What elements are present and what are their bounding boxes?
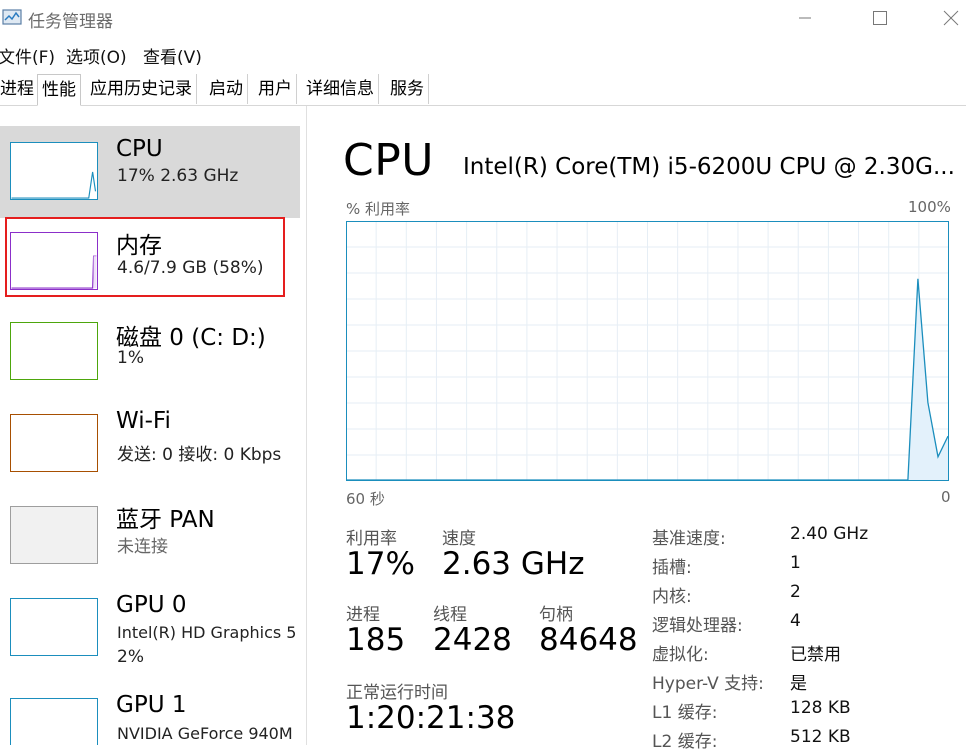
handles-value: 84648 [539, 622, 638, 658]
spec-key: L1 缓存: [652, 703, 718, 723]
spec-value: 4 [790, 611, 801, 631]
spec-value: 已禁用 [790, 645, 841, 665]
sidebar-item-name: 蓝牙 PAN [116, 507, 215, 533]
spec-key: 基准速度: [652, 529, 726, 549]
uptime-value: 1:20:21:38 [346, 700, 516, 736]
maximize-button[interactable] [857, 0, 903, 36]
tab-app-history[interactable]: 应用历史记录 [86, 74, 197, 104]
maximize-icon [873, 11, 887, 25]
close-icon [943, 10, 959, 26]
graph-y-label: % 利用率 [346, 200, 411, 218]
spec-value: 128 KB [790, 698, 851, 718]
cpu-utilization-graph [346, 221, 949, 481]
cpu-model-name: Intel(R) Core(TM) i5-6200U CPU @ 2.30G..… [463, 154, 955, 180]
page-title: CPU [343, 135, 434, 186]
tab-users[interactable]: 用户 [254, 74, 297, 104]
sidebar-item-name: CPU [116, 136, 163, 162]
menu-options[interactable]: 选项(O) [66, 43, 127, 68]
sidebar-item-detail: 1% [117, 348, 144, 368]
speed-value: 2.63 GHz [442, 546, 585, 582]
graph-y-max-label: 100% [908, 198, 951, 216]
spec-value: 2 [790, 582, 801, 602]
spec-key: 逻辑处理器: [652, 616, 743, 636]
sidebar-item-bluetooth[interactable]: 蓝牙 PAN 未连接 [0, 494, 300, 586]
sidebar-item-wifi[interactable]: Wi-Fi 发送: 0 接收: 0 Kbps [0, 402, 300, 494]
sidebar-item-detail: 发送: 0 接收: 0 Kbps [117, 445, 282, 465]
spec-value: 2.40 GHz [790, 524, 869, 544]
window-title: 任务管理器 [28, 12, 113, 32]
sidebar-item-name: GPU 1 [116, 692, 187, 718]
tab-processes[interactable]: 进程 [0, 74, 39, 104]
task-manager-app-icon [2, 9, 22, 25]
threads-value: 2428 [433, 622, 512, 658]
spec-value: 512 KB [790, 727, 851, 747]
sidebar-item-detail: NVIDIA GeForce 940M [117, 724, 293, 743]
utilization-value: 17% [346, 546, 415, 582]
sidebar-item-name: Wi-Fi [116, 408, 171, 434]
minimize-icon [799, 17, 811, 19]
processes-value: 185 [346, 622, 406, 658]
bluetooth-thumbnail [10, 506, 98, 564]
gpu1-thumbnail [10, 698, 98, 745]
sidebar-item-usage: 2% [117, 647, 144, 667]
sidebar-item-gpu0[interactable]: GPU 0 Intel(R) HD Graphics 5 2% [0, 586, 300, 678]
menu-file[interactable]: 文件(F) [0, 43, 55, 68]
gpu0-thumbnail [10, 598, 98, 656]
sidebar-item-disk[interactable]: 磁盘 0 (C: D:) 1% [0, 310, 300, 402]
disk-thumbnail [10, 322, 98, 380]
menu-view[interactable]: 查看(V) [143, 43, 202, 68]
sidebar-item-name: 磁盘 0 (C: D:) [116, 325, 266, 351]
sidebar-item-detail: 未连接 [117, 537, 168, 557]
sidebar-item-gpu1[interactable]: GPU 1 NVIDIA GeForce 940M [0, 678, 300, 745]
graph-x-right-label: 0 [941, 488, 951, 506]
close-button[interactable] [928, 0, 966, 36]
sidebar-item-cpu[interactable]: CPU 17% 2.63 GHz [0, 126, 300, 218]
memory-highlight-box [5, 217, 285, 297]
graph-x-left-label: 60 秒 [346, 490, 385, 508]
sidebar-item-name: GPU 0 [116, 592, 187, 618]
wifi-thumbnail [10, 414, 98, 472]
spec-value: 是 [790, 674, 807, 694]
spec-key: Hyper-V 支持: [652, 674, 764, 694]
sidebar-item-detail: 17% 2.63 GHz [117, 166, 239, 186]
tab-startup[interactable]: 启动 [205, 74, 248, 104]
sidebar-item-detail: Intel(R) HD Graphics 5 [117, 623, 297, 642]
spec-key: 内核: [652, 587, 692, 607]
tab-details[interactable]: 详细信息 [302, 74, 379, 104]
resource-sidebar: CPU 17% 2.63 GHz 内存 4.6/7.9 GB (58%) 磁盘 … [0, 106, 307, 745]
spec-key: 虚拟化: [652, 645, 709, 665]
tab-performance[interactable]: 性能 [37, 74, 81, 106]
spec-key: L2 缓存: [652, 732, 718, 752]
spec-value: 1 [790, 553, 801, 573]
tab-services[interactable]: 服务 [386, 74, 429, 104]
cpu-thumbnail [10, 142, 98, 200]
minimize-button[interactable] [782, 0, 828, 36]
spec-key: 插槽: [652, 558, 692, 578]
